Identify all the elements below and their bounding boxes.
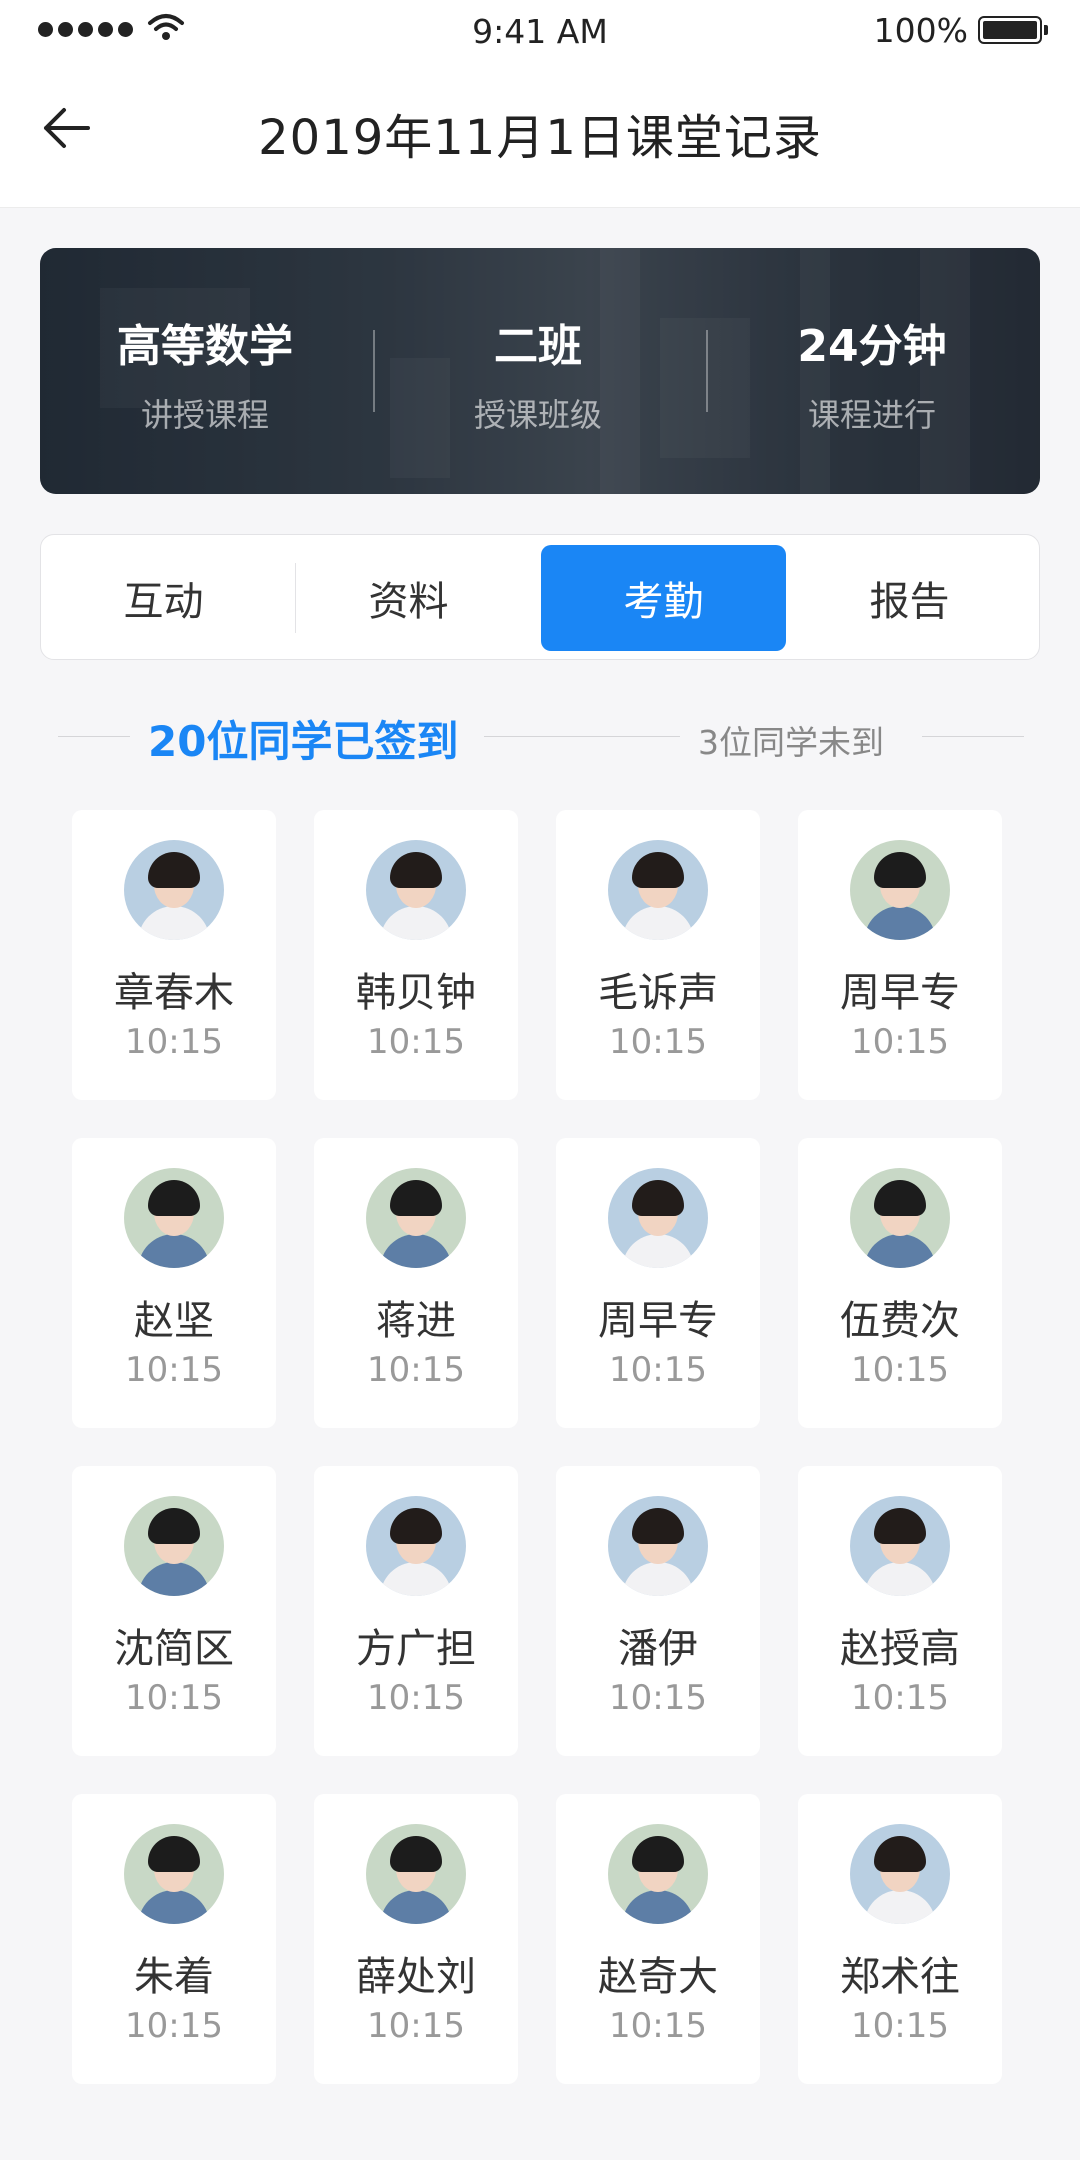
student-name: 蒋进 [376,1298,456,1344]
check-in-time: 10:15 [851,2006,949,2046]
check-in-time: 10:15 [125,1678,223,1718]
checked-in-count[interactable]: 20位同学已签到 [148,708,458,769]
student-name: 周早专 [598,1298,718,1344]
stat-course: 高等数学 讲授课程 [55,310,355,436]
avatar [608,1168,708,1268]
stat-value: 二班 [494,321,582,372]
avatar [124,840,224,940]
student-name: 朱着 [134,1954,214,2000]
tab-materials[interactable]: 资料 [286,545,531,651]
student-card[interactable]: 蒋进 10:15 [314,1138,518,1428]
student-card[interactable]: 薛处刘 10:15 [314,1794,518,2084]
avatar [124,1496,224,1596]
stat-class: 二班 授课班级 [388,310,688,436]
stat-duration: 24分钟 课程进行 [722,310,1022,436]
tab-report[interactable]: 报告 [787,545,1032,651]
student-name: 沈简区 [114,1626,234,1672]
stat-label: 讲授课程 [140,396,269,434]
divider [706,330,708,412]
student-name: 潘伊 [618,1626,698,1672]
avatar [366,840,466,940]
check-in-time: 10:15 [609,1350,707,1390]
student-name: 伍费次 [840,1298,960,1344]
student-card[interactable]: 伍费次 10:15 [798,1138,1002,1428]
check-in-time: 10:15 [367,2006,465,2046]
student-name: 章春木 [114,970,234,1016]
course-summary-banner: 高等数学 讲授课程 二班 授课班级 24分钟 课程进行 [40,248,1040,494]
avatar [608,840,708,940]
student-name: 赵奇大 [598,1954,718,2000]
battery-percentage: 100% [873,11,968,50]
student-name: 毛诉声 [598,970,718,1016]
attendance-summary: 20位同学已签到 3位同学未到 [0,700,1080,772]
check-in-time: 10:15 [125,2006,223,2046]
avatar [608,1496,708,1596]
student-name: 周早专 [840,970,960,1016]
avatar [124,1168,224,1268]
avatar [608,1824,708,1924]
avatar [850,1496,950,1596]
absent-count[interactable]: 3位同学未到 [698,716,884,764]
divider [373,330,375,412]
student-name: 郑术往 [840,1954,960,2000]
stat-value: 24分钟 [797,321,947,372]
stat-value: 高等数学 [117,321,293,372]
student-card[interactable]: 周早专 10:15 [798,810,1002,1100]
student-card[interactable]: 赵授高 10:15 [798,1466,1002,1756]
tab-bar: 互动 资料 考勤 报告 [40,534,1040,660]
status-bar: 9:41 AM 100% [0,0,1080,62]
avatar [850,1168,950,1268]
student-card[interactable]: 郑术往 10:15 [798,1794,1002,2084]
check-in-time: 10:15 [851,1350,949,1390]
tab-interaction[interactable]: 互动 [41,545,286,651]
tab-attendance[interactable]: 考勤 [541,545,786,651]
avatar [124,1824,224,1924]
avatar [366,1824,466,1924]
header: 2019年11月1日课堂记录 [0,62,1080,208]
check-in-time: 10:15 [609,1678,707,1718]
student-card[interactable]: 韩贝钟 10:15 [314,810,518,1100]
student-card[interactable]: 方广担 10:15 [314,1466,518,1756]
stat-label: 授课班级 [473,396,602,434]
check-in-time: 10:15 [367,1022,465,1062]
student-name: 方广担 [356,1626,476,1672]
avatar [850,840,950,940]
check-in-time: 10:15 [851,1022,949,1062]
student-name: 赵坚 [134,1298,214,1344]
student-card[interactable]: 潘伊 10:15 [556,1466,760,1756]
check-in-time: 10:15 [851,1678,949,1718]
student-card[interactable]: 赵奇大 10:15 [556,1794,760,2084]
student-name: 赵授高 [840,1626,960,1672]
student-card[interactable]: 章春木 10:15 [72,810,276,1100]
student-card[interactable]: 周早专 10:15 [556,1138,760,1428]
check-in-time: 10:15 [609,1022,707,1062]
avatar [366,1168,466,1268]
check-in-time: 10:15 [125,1022,223,1062]
student-card[interactable]: 赵坚 10:15 [72,1138,276,1428]
check-in-time: 10:15 [609,2006,707,2046]
check-in-time: 10:15 [367,1350,465,1390]
stat-label: 课程进行 [807,396,936,434]
student-name: 韩贝钟 [356,970,476,1016]
student-card[interactable]: 毛诉声 10:15 [556,810,760,1100]
page-title: 2019年11月1日课堂记录 [258,110,822,166]
check-in-time: 10:15 [367,1678,465,1718]
avatar [850,1824,950,1924]
avatar [366,1496,466,1596]
student-name: 薛处刘 [356,1954,476,2000]
battery-icon [978,16,1048,44]
check-in-time: 10:15 [125,1350,223,1390]
student-card[interactable]: 朱着 10:15 [72,1794,276,2084]
student-card[interactable]: 沈简区 10:15 [72,1466,276,1756]
